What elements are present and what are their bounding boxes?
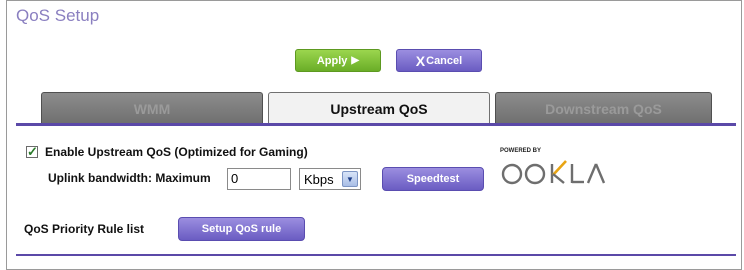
tab-label: Downstream QoS xyxy=(545,100,662,117)
cancel-button[interactable]: X Cancel xyxy=(396,49,482,72)
qos-rule-list-label: QoS Priority Rule list xyxy=(24,222,145,236)
bottom-divider xyxy=(16,254,736,256)
tab-wmm[interactable]: WMM xyxy=(41,92,263,124)
enable-upstream-checkbox[interactable]: ✓ xyxy=(26,144,38,159)
tab-label: WMM xyxy=(133,100,171,117)
tab-content-divider xyxy=(16,123,736,126)
ookla-wordmark-icon xyxy=(501,160,606,185)
bandwidth-label: Uplink bandwidth: Maximum xyxy=(48,171,211,185)
chevron-down-icon: ▼ xyxy=(342,171,358,187)
page-title: QoS Setup xyxy=(16,6,100,25)
enable-upstream-label: Enable Upstream QoS (Optimized for Gamin… xyxy=(45,145,308,159)
tab-upstream-qos[interactable]: Upstream QoS xyxy=(268,92,490,124)
unit-value: Kbps xyxy=(304,171,334,187)
bandwidth-unit-select[interactable]: Kbps ▼ xyxy=(299,168,361,190)
tab-label: Upstream QoS xyxy=(330,100,428,117)
bandwidth-input[interactable]: 0 xyxy=(227,168,291,190)
setup-qos-rule-button[interactable]: Setup QoS rule xyxy=(178,217,305,241)
ookla-logo: POWERED BY xyxy=(500,148,612,188)
close-icon: X xyxy=(415,52,426,69)
bandwidth-row: Uplink bandwidth: Maximum xyxy=(48,171,211,185)
tab-downstream-qos[interactable]: Downstream QoS xyxy=(495,92,712,124)
speedtest-label: Speedtest xyxy=(406,173,460,185)
cancel-label: Cancel xyxy=(426,54,463,67)
powered-by-text: POWERED BY xyxy=(500,148,542,154)
apply-button[interactable]: Apply ▶ xyxy=(295,49,381,72)
setup-qos-rule-label: Setup QoS rule xyxy=(201,223,282,235)
play-icon: ▶ xyxy=(351,55,360,66)
enable-upstream-row: ✓ Enable Upstream QoS (Optimized for Gam… xyxy=(26,144,308,159)
speedtest-button[interactable]: Speedtest xyxy=(382,167,484,191)
apply-label: Apply xyxy=(316,54,348,67)
check-icon: ✓ xyxy=(27,144,38,159)
